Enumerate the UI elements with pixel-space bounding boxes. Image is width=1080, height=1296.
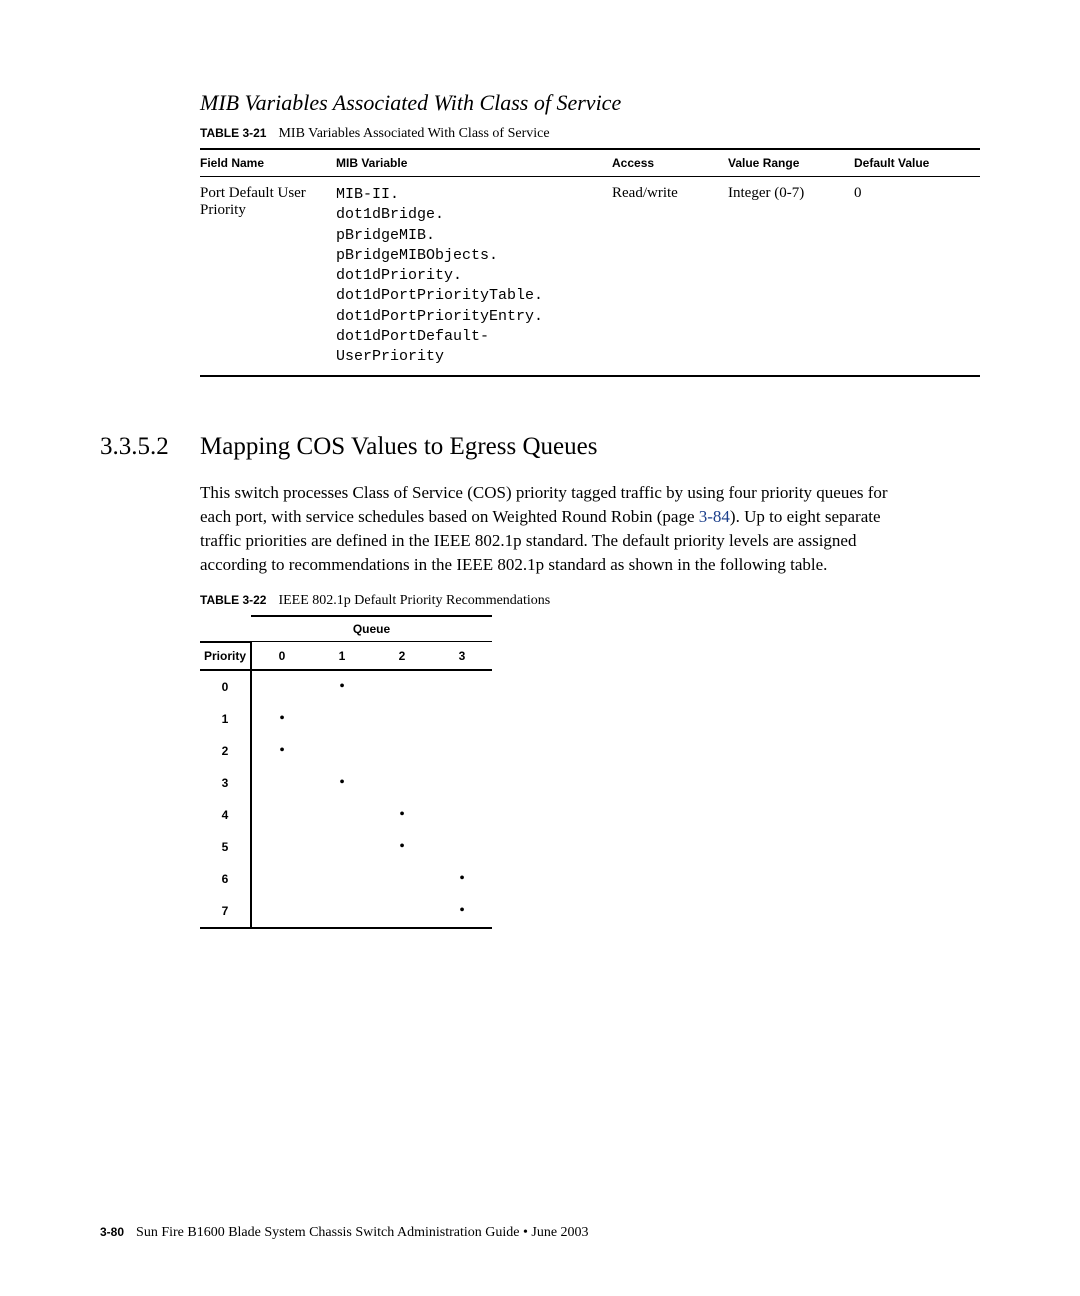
cell-mib-variable: MIB-II. dot1dBridge. pBridgeMIB. pBridge… — [336, 177, 612, 377]
table-row: Port Default User Priority MIB-II. dot1d… — [200, 177, 980, 377]
table-3-22: Queue Priority 0 1 2 3 0 • 1 • 2 • — [200, 615, 492, 929]
row-label: 1 — [200, 703, 251, 735]
page-link[interactable]: 3-84 — [699, 507, 730, 526]
table-label: TABLE 3-21 — [200, 126, 266, 140]
heading-number: 3.3.5.2 — [50, 433, 200, 461]
row-label: 5 — [200, 831, 251, 863]
col-1: 1 — [312, 642, 372, 670]
table-3-21: Field Name MIB Variable Access Value Ran… — [200, 148, 980, 377]
dot-icon: • — [251, 703, 312, 735]
col-3: 3 — [432, 642, 492, 670]
cell-value-range: Integer (0-7) — [728, 177, 854, 377]
dot-icon: • — [312, 670, 372, 703]
dot-icon: • — [432, 895, 492, 928]
dot-icon: • — [312, 767, 372, 799]
col-2: 2 — [372, 642, 432, 670]
footer-text: Sun Fire B1600 Blade System Chassis Swit… — [136, 1225, 589, 1240]
priority-row-6: 6 • — [200, 863, 492, 895]
priority-row-0: 0 • — [200, 670, 492, 703]
priority-row-3: 3 • — [200, 767, 492, 799]
row-label: 7 — [200, 895, 251, 928]
table-caption-text: MIB Variables Associated With Class of S… — [278, 126, 549, 141]
th-default-value: Default Value — [854, 149, 980, 177]
priority-header: Priority — [200, 642, 251, 670]
table-3-22-caption: TABLE 3-22 IEEE 802.1p Default Priority R… — [200, 593, 980, 609]
row-label: 6 — [200, 863, 251, 895]
page-number: 3-80 — [100, 1225, 124, 1239]
table-caption-text: IEEE 802.1p Default Priority Recommendat… — [278, 593, 550, 608]
table-label: TABLE 3-22 — [200, 593, 266, 607]
priority-row-5: 5 • — [200, 831, 492, 863]
col-0: 0 — [251, 642, 312, 670]
th-mib-variable: MIB Variable — [336, 149, 612, 177]
th-field-name: Field Name — [200, 149, 336, 177]
cell-default-value: 0 — [854, 177, 980, 377]
row-label: 2 — [200, 735, 251, 767]
row-label: 0 — [200, 670, 251, 703]
dot-icon: • — [251, 735, 312, 767]
dot-icon: • — [372, 831, 432, 863]
table-3-21-caption: TABLE 3-21 MIB Variables Associated With … — [200, 126, 980, 142]
section-subheading: MIB Variables Associated With Class of S… — [200, 90, 980, 116]
priority-row-7: 7 • — [200, 895, 492, 928]
heading-text: Mapping COS Values to Egress Queues — [200, 433, 597, 461]
section-heading: 3.3.5.2 Mapping COS Values to Egress Que… — [100, 433, 980, 461]
queue-header: Queue — [251, 616, 492, 642]
row-label: 3 — [200, 767, 251, 799]
row-label: 4 — [200, 799, 251, 831]
dot-icon: • — [432, 863, 492, 895]
priority-row-2: 2 • — [200, 735, 492, 767]
dot-icon: • — [372, 799, 432, 831]
th-value-range: Value Range — [728, 149, 854, 177]
body-paragraph: This switch processes Class of Service (… — [200, 481, 900, 576]
priority-row-4: 4 • — [200, 799, 492, 831]
cell-access: Read/write — [612, 177, 728, 377]
cell-field-name: Port Default User Priority — [200, 177, 336, 377]
th-access: Access — [612, 149, 728, 177]
priority-row-1: 1 • — [200, 703, 492, 735]
page-footer: 3-80 Sun Fire B1600 Blade System Chassis … — [100, 1225, 589, 1241]
